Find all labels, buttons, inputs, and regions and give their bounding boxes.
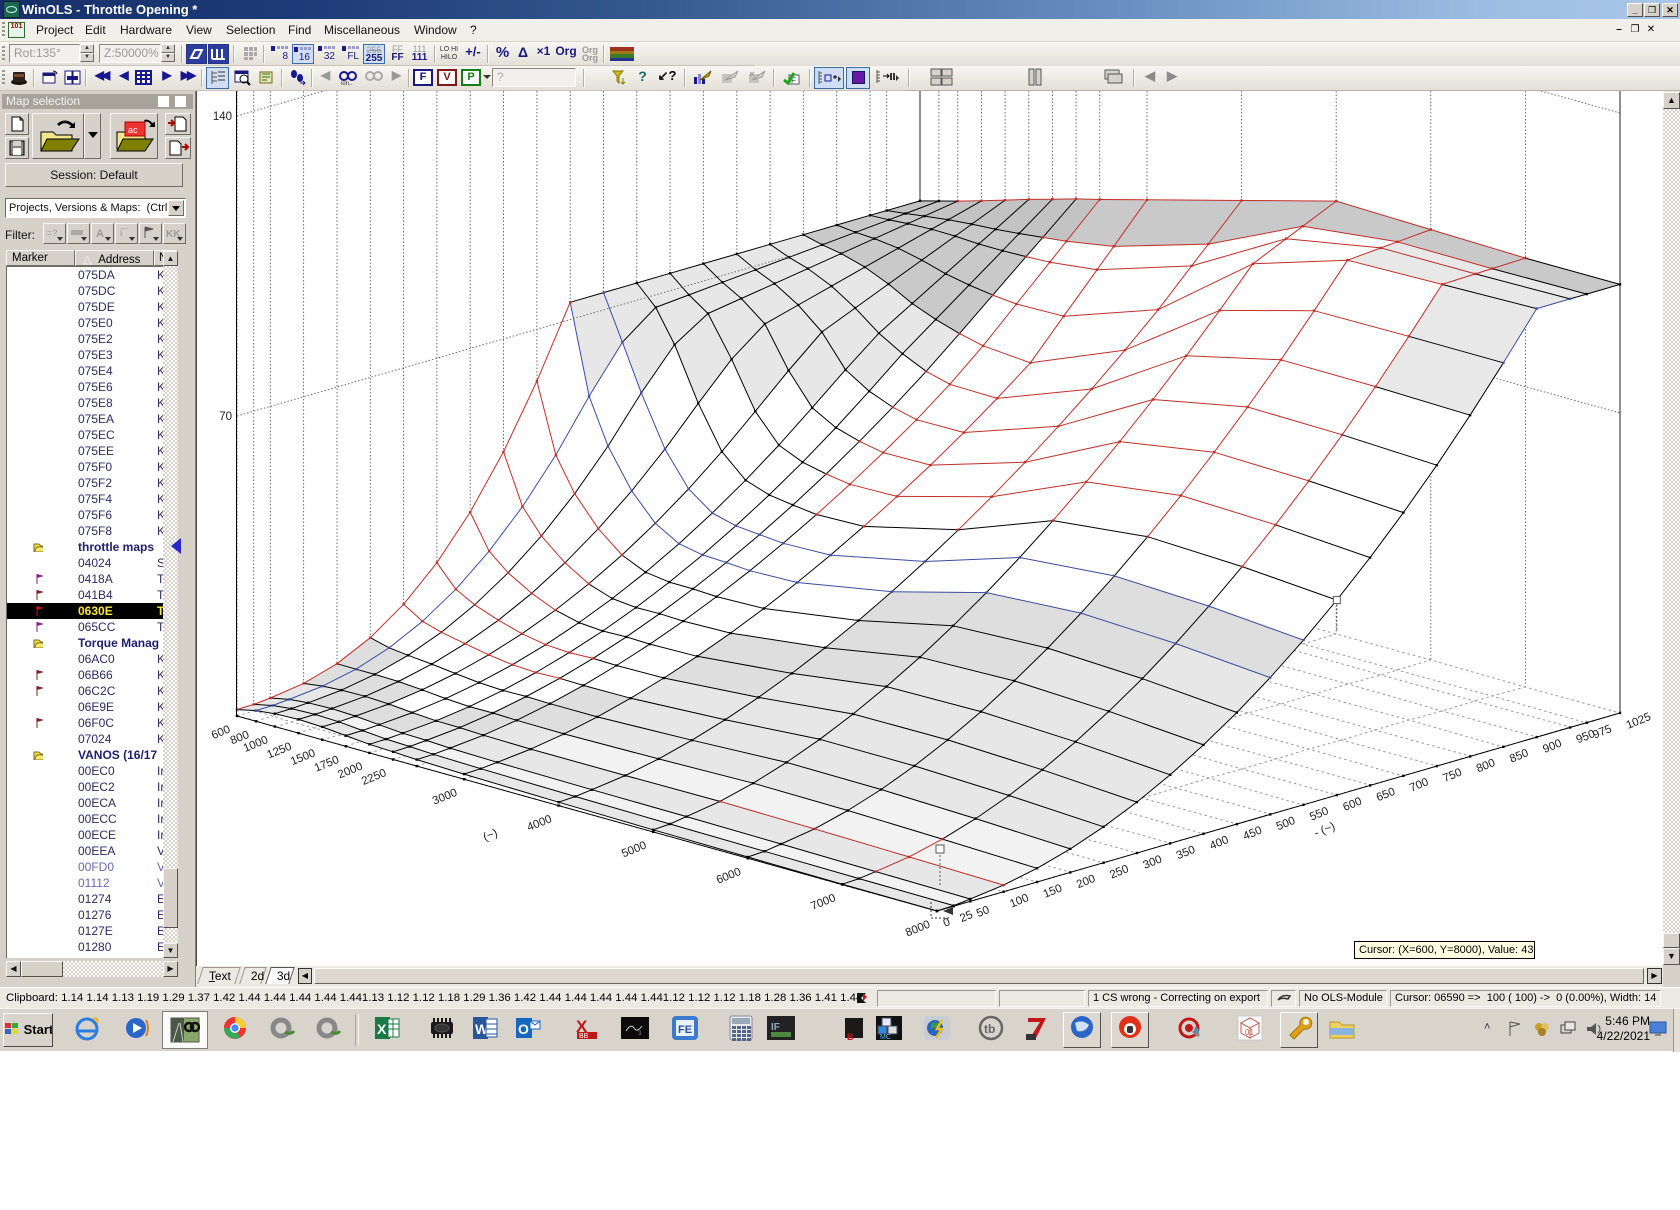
svg-text:FE: FE bbox=[678, 1024, 692, 1036]
svg-text:MC: MC bbox=[880, 1034, 891, 1041]
svg-text:tb: tb bbox=[984, 1022, 995, 1036]
svg-text:ion..: ion.. bbox=[341, 81, 353, 87]
svg-text:ac: ac bbox=[128, 125, 138, 135]
svg-text:BB: BB bbox=[579, 1033, 589, 1040]
svg-text:i¯: i¯ bbox=[120, 227, 128, 239]
svg-text:Cursor: (X=600, Y=8000), Value: Cursor: (X=600, Y=8000), Value: 43 bbox=[1359, 944, 1533, 956]
svg-text:A: A bbox=[96, 228, 104, 240]
svg-text:140: 140 bbox=[213, 111, 232, 123]
svg-text:01: 01 bbox=[1245, 1028, 1254, 1037]
svg-text:X: X bbox=[377, 1021, 387, 1037]
svg-text:70: 70 bbox=[219, 411, 232, 423]
svg-text:IF: IF bbox=[771, 1022, 780, 1033]
svg-text:B: B bbox=[847, 1032, 854, 1042]
svg-text:O: O bbox=[518, 1021, 529, 1037]
svg-text:=?: =? bbox=[47, 228, 57, 238]
